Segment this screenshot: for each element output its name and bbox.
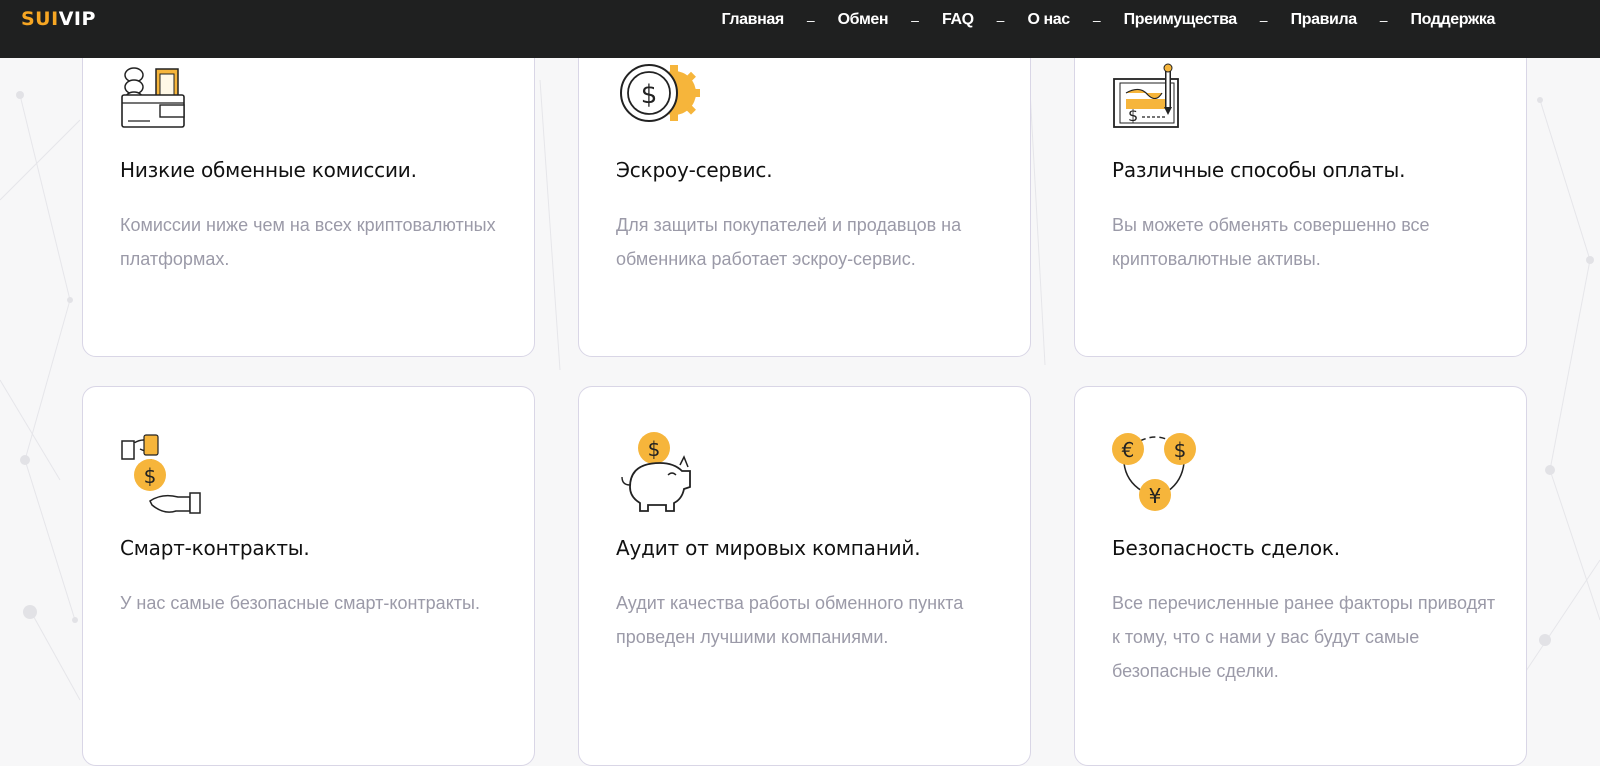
feature-description: Комиссии ниже чем на всех криптовалютных… [120,215,496,269]
svg-text:¥: ¥ [1149,484,1162,508]
dollar-coin-gear-icon: $ [620,64,700,122]
nav-separator: – [1379,12,1388,28]
nav-separator: – [996,12,1005,28]
feature-card-payment-methods: $ Различные способы оплаты. Вы можете об… [1074,20,1527,357]
feature-description: У нас самые безопасные смарт-контракты. [120,593,480,613]
piggy-bank-icon: $ [621,432,691,512]
nav-link-about[interactable]: О нас [1027,11,1070,29]
feature-card-smart-contracts: $ Смарт-контракты. У нас самые безопасны… [82,386,535,766]
wallet-coins-icon [121,67,185,128]
svg-text:€: € [1122,438,1135,462]
check-pen-icon: $ [1113,63,1179,128]
nav-separator: – [1092,12,1101,28]
currency-exchange-icon: € $ ¥ [1112,433,1196,511]
feature-description: Вы можете обменять совершенно все крипто… [1112,215,1430,269]
feature-title: Различные способы оплаты. [1112,158,1406,182]
nav-link-exchange[interactable]: Обмен [838,11,889,29]
nav-separator: – [806,12,815,28]
nav-separator: – [1259,12,1268,28]
hand-coin-icon: $ [121,434,201,514]
feature-description: Все перечисленные ранее факторы приводят… [1112,593,1496,681]
nav-link-advantages[interactable]: Преимущества [1124,11,1238,29]
logo-part-sui: SUI [21,8,59,30]
feature-description: Аудит качества работы обменного пункта п… [616,593,964,647]
nav-separator: – [911,12,919,28]
nav-link-rules[interactable]: Правила [1291,11,1358,29]
feature-title: Эскроу-сервис. [616,158,773,182]
top-navbar: SUIVIP Главная – Обмен – FAQ – О нас – П… [0,0,1600,58]
feature-description: Для защиты покупателей и продавцов на об… [616,215,962,269]
nav-link-faq[interactable]: FAQ [942,11,974,29]
feature-card-low-fees: Низкие обменные комиссии. Комиссии ниже … [82,20,535,357]
svg-text:$: $ [1128,106,1138,125]
logo-part-vip: VIP [58,8,96,30]
svg-text:$: $ [641,80,658,110]
feature-card-audit: $ Аудит от мировых компаний. Аудит качес… [578,386,1031,766]
feature-title: Низкие обменные комиссии. [120,158,417,182]
main-nav: Главная – Обмен – FAQ – О нас – Преимуще… [722,0,1496,40]
nav-link-home[interactable]: Главная [722,11,785,29]
svg-text:$: $ [144,464,157,488]
feature-card-escrow: $ Эскроу-сервис. Для защиты покупателей … [578,20,1031,357]
logo[interactable]: SUIVIP [21,8,96,30]
svg-text:$: $ [1174,438,1187,462]
feature-card-deal-security: € $ ¥ Безопасность сделок. Все перечисле… [1074,386,1527,766]
svg-text:$: $ [648,437,661,461]
feature-title: Безопасность сделок. [1112,536,1340,560]
nav-link-support[interactable]: Поддержка [1411,11,1496,29]
feature-title: Аудит от мировых компаний. [616,536,921,560]
feature-title: Смарт-контракты. [120,536,310,560]
